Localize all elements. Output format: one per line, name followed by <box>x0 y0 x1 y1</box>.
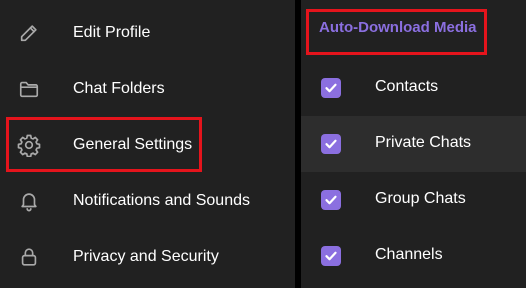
menu-item-label: General Settings <box>73 136 193 153</box>
checkmark-icon <box>325 139 337 149</box>
checkbox-row-channels[interactable]: Channels <box>301 228 526 284</box>
menu-item-notifications[interactable]: Notifications and Sounds <box>0 173 295 229</box>
checkbox-row-contacts[interactable]: Contacts <box>301 60 526 116</box>
menu-item-label: Privacy and Security <box>73 248 219 265</box>
menu-item-label: Chat Folders <box>73 80 165 97</box>
checkbox-checked[interactable] <box>321 134 341 154</box>
lock-icon <box>17 245 41 269</box>
checkbox-row-group-chats[interactable]: Group Chats <box>301 172 526 228</box>
checkbox-row-private-chats[interactable]: Private Chats <box>301 116 526 172</box>
pencil-icon <box>17 21 41 45</box>
checkmark-icon <box>325 251 337 261</box>
checkbox-label: Contacts <box>375 78 439 95</box>
menu-item-chat-folders[interactable]: Chat Folders <box>0 61 295 117</box>
section-title-auto-download: Auto-Download Media <box>319 19 477 36</box>
checkbox-checked[interactable] <box>321 78 341 98</box>
menu-item-privacy-security[interactable]: Privacy and Security <box>0 229 295 285</box>
menu-item-label: Edit Profile <box>73 24 151 41</box>
gear-icon <box>17 133 41 157</box>
checkmark-icon <box>325 195 337 205</box>
checkbox-label: Channels <box>375 246 443 263</box>
checkbox-label: Private Chats <box>375 134 472 151</box>
checkbox-checked[interactable] <box>321 246 341 266</box>
folder-icon <box>17 77 41 101</box>
screenshot-canvas: Edit Profile Chat Folders General Settin… <box>0 0 526 288</box>
menu-item-general-settings[interactable]: General Settings <box>0 117 295 173</box>
menu-item-label: Notifications and Sounds <box>73 192 250 209</box>
bell-icon <box>17 189 41 213</box>
checkbox-label: Group Chats <box>375 190 466 207</box>
checkmark-icon <box>325 83 337 93</box>
checkbox-checked[interactable] <box>321 190 341 210</box>
menu-item-edit-profile[interactable]: Edit Profile <box>0 5 295 61</box>
